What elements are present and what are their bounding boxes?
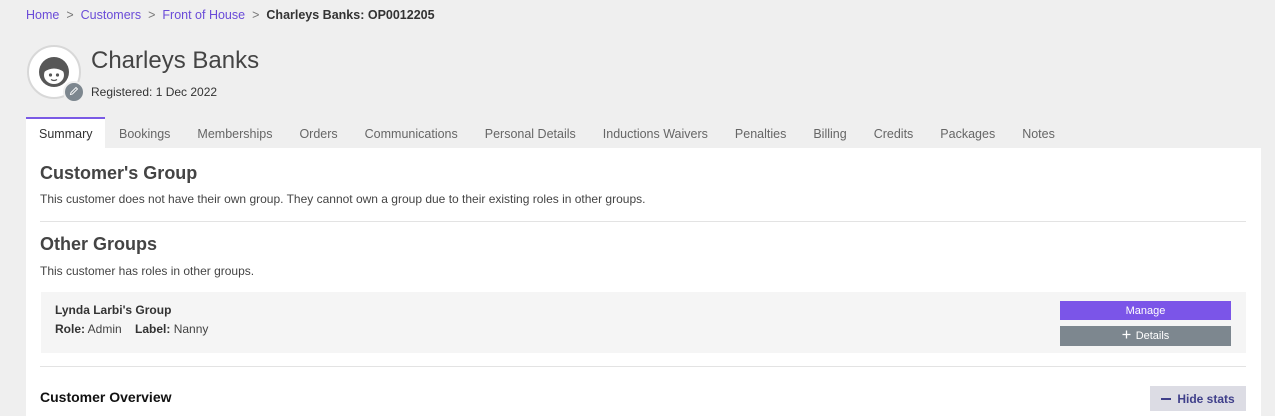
plus-icon	[1122, 330, 1131, 342]
label-value: Nanny	[173, 322, 209, 336]
other-groups-text: This customer has roles in other groups.	[40, 264, 255, 278]
breadcrumb-home[interactable]: Home	[26, 8, 59, 22]
group-card: Lynda Larbi's Group Role: Admin Label: N…	[41, 292, 1246, 353]
hide-stats-button[interactable]: Hide stats	[1150, 386, 1246, 411]
breadcrumb: Home > Customers > Front of House > Char…	[26, 8, 435, 22]
role-value: Admin	[87, 322, 122, 336]
tab-orders[interactable]: Orders	[286, 119, 351, 148]
registered-date: Registered: 1 Dec 2022	[91, 85, 218, 99]
manage-button[interactable]: Manage	[1060, 301, 1231, 320]
breadcrumb-current: Charleys Banks: OP0012205	[266, 8, 435, 22]
tab-billing[interactable]: Billing	[800, 119, 860, 148]
profile-name: Charleys Banks	[91, 47, 260, 74]
breadcrumb-separator: >	[66, 8, 74, 22]
summary-panel: Customer's Group This customer does not …	[26, 148, 1261, 416]
tab-bar: Summary Bookings Memberships Orders Comm…	[26, 117, 1068, 148]
minus-icon	[1161, 397, 1172, 400]
tab-packages[interactable]: Packages	[927, 119, 1009, 148]
manage-button-label: Manage	[1125, 304, 1166, 317]
edit-avatar-button[interactable]	[63, 81, 85, 103]
hide-stats-label: Hide stats	[1177, 391, 1235, 406]
pencil-icon	[69, 83, 79, 101]
customers-group-title: Customer's Group	[40, 163, 198, 183]
tab-personal-details[interactable]: Personal Details	[471, 119, 589, 148]
tab-bookings[interactable]: Bookings	[105, 119, 183, 148]
breadcrumb-customers[interactable]: Customers	[81, 8, 141, 22]
customer-overview-title: Customer Overview	[40, 389, 172, 405]
role-label: Role:	[55, 322, 85, 336]
breadcrumb-separator: >	[148, 8, 156, 22]
details-button[interactable]: Details	[1060, 326, 1231, 346]
label-label: Label:	[135, 322, 171, 336]
tab-credits[interactable]: Credits	[860, 119, 927, 148]
tab-notes[interactable]: Notes	[1009, 119, 1069, 148]
tab-memberships[interactable]: Memberships	[184, 119, 286, 148]
tab-penalties[interactable]: Penalties	[721, 119, 799, 148]
other-groups-title: Other Groups	[40, 234, 158, 254]
details-button-label: Details	[1135, 330, 1170, 342]
breadcrumb-separator: >	[252, 8, 260, 22]
customers-group-text: This customer does not have their own gr…	[40, 192, 646, 206]
breadcrumb-front-of-house[interactable]: Front of House	[162, 8, 245, 22]
face-icon	[39, 57, 69, 87]
tab-summary[interactable]: Summary	[26, 117, 106, 148]
divider	[40, 221, 1246, 222]
tab-inductions-waivers[interactable]: Inductions Waivers	[589, 119, 721, 148]
group-meta: Role: Admin Label: Nanny	[55, 322, 208, 336]
tab-communications[interactable]: Communications	[351, 119, 471, 148]
group-name: Lynda Larbi's Group	[55, 303, 172, 317]
avatar	[27, 45, 85, 103]
divider	[40, 366, 1246, 367]
